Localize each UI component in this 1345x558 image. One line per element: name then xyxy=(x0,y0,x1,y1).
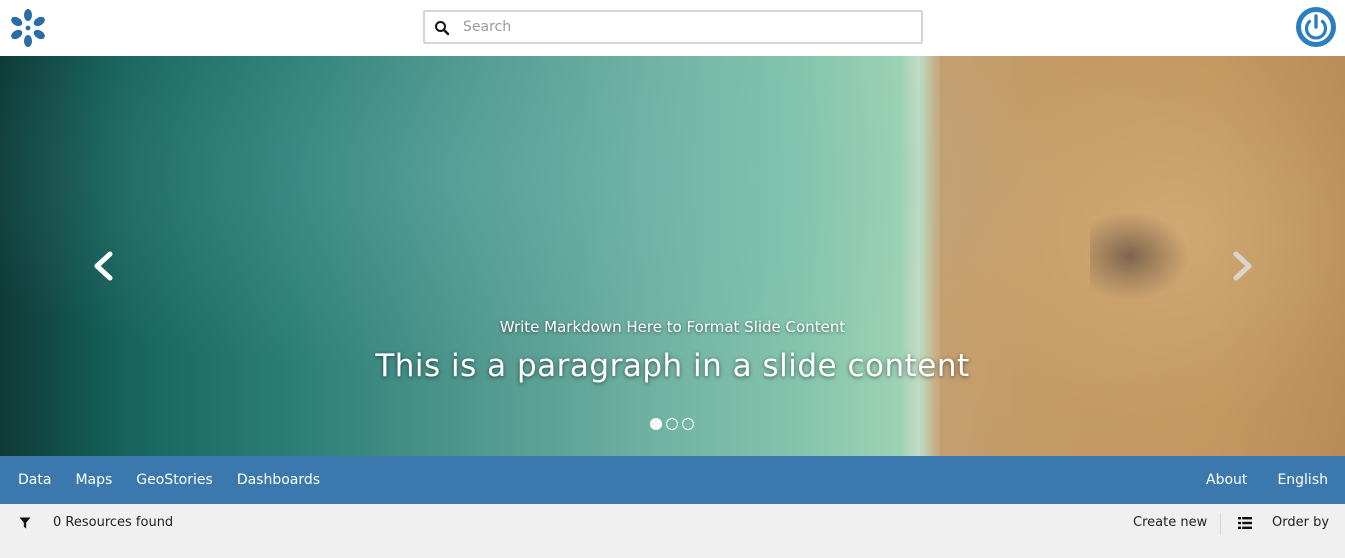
carousel-indicators xyxy=(650,418,694,432)
hero-image-rock xyxy=(1090,211,1190,301)
carousel-dot-3[interactable] xyxy=(682,418,694,430)
search-icon xyxy=(435,21,450,36)
geonode-logo-icon[interactable] xyxy=(6,6,50,50)
slide-subtitle: Write Markdown Here to Format Slide Cont… xyxy=(499,318,846,336)
resources-toolbar: 0 Resources found Create new Order by xyxy=(0,504,1345,544)
nav-item-maps[interactable]: Maps xyxy=(75,472,112,488)
search-input[interactable] xyxy=(463,15,913,39)
carousel-dot-2[interactable] xyxy=(666,418,678,430)
hero-carousel: Write Markdown Here to Format Slide Cont… xyxy=(0,56,1345,456)
chevron-left-icon[interactable] xyxy=(88,246,118,286)
nav-item-data[interactable]: Data xyxy=(18,472,51,488)
nav-item-geostories[interactable]: GeoStories xyxy=(136,472,213,488)
main-nav: Data Maps GeoStories Dashboards About En… xyxy=(0,456,1345,504)
resource-count: 0 Resources found xyxy=(53,515,174,530)
top-header xyxy=(0,0,1345,56)
nav-left-group: Data Maps GeoStories Dashboards xyxy=(18,456,320,504)
toolbar-divider xyxy=(1220,513,1221,535)
chevron-right-icon[interactable] xyxy=(1228,246,1258,286)
nav-item-about[interactable]: About xyxy=(1206,472,1247,488)
slide-title: This is a paragraph in a slide content xyxy=(375,348,970,384)
carousel-dot-1[interactable] xyxy=(650,418,662,430)
order-by-dropdown[interactable]: Order by xyxy=(1272,515,1329,530)
list-view-icon[interactable] xyxy=(1238,516,1252,530)
nav-item-dashboards[interactable]: Dashboards xyxy=(237,472,320,488)
power-icon[interactable] xyxy=(1295,6,1337,48)
create-new-button[interactable]: Create new xyxy=(1133,515,1207,530)
filter-icon[interactable] xyxy=(19,517,31,529)
search-box[interactable] xyxy=(423,10,923,44)
nav-right-group: About English xyxy=(1206,456,1328,504)
language-selector[interactable]: English xyxy=(1277,472,1328,488)
